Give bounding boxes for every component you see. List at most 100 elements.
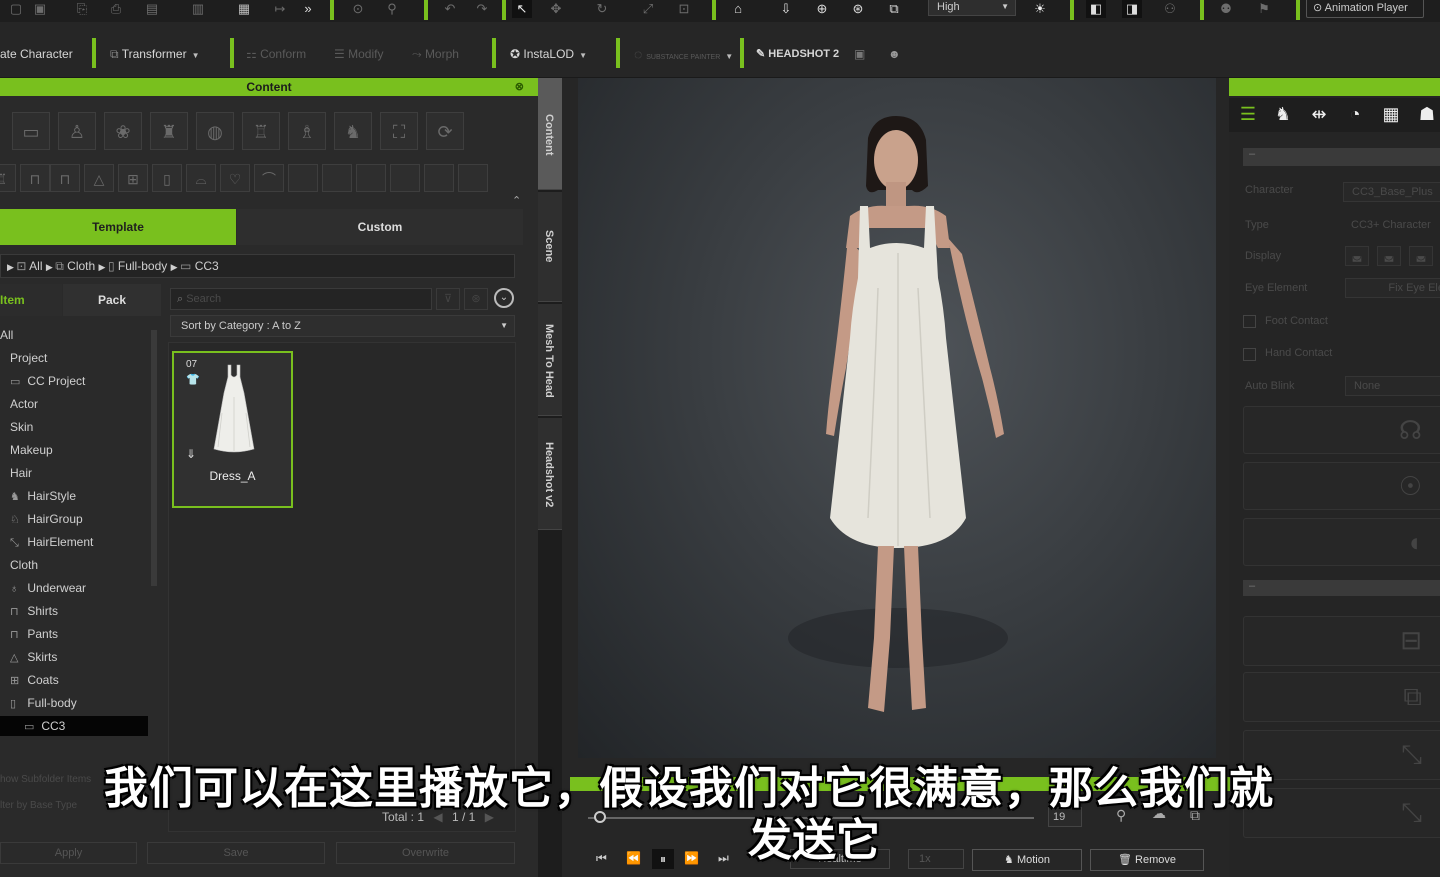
display-option-2[interactable]: ◛	[1377, 246, 1401, 266]
instalod-button[interactable]: ✪ InstaLOD ▼	[510, 44, 587, 64]
head-icon[interactable]: ☗	[1413, 104, 1440, 128]
tree-item-underwear[interactable]: ♁ Underwear	[10, 578, 86, 598]
photo-icon[interactable]: ▣	[854, 44, 865, 64]
speed-select[interactable]: 1x	[908, 849, 964, 869]
dropdown-circle-icon[interactable]: ⌄	[494, 288, 514, 308]
tree-item-skirts[interactable]: △ Skirts	[10, 647, 57, 667]
accessory-icon[interactable]: ♗	[288, 112, 326, 150]
tree-item-hairgroup[interactable]: ♘ HairGroup	[10, 509, 83, 529]
save-icon[interactable]: ▣	[30, 0, 50, 18]
eye-element-button[interactable]: Fix Eye Ele	[1345, 278, 1440, 298]
slot-icon[interactable]	[424, 164, 454, 192]
tree-item-skin[interactable]: ›Skin	[0, 417, 33, 437]
breadcrumb-fullbody[interactable]: Full-body	[118, 259, 167, 273]
tab-item[interactable]: Item	[0, 284, 62, 316]
orbit-icon[interactable]: ⊛	[848, 0, 868, 18]
side-tab-scene[interactable]: Scene	[538, 192, 562, 302]
checker-icon[interactable]: ▦	[1377, 104, 1405, 128]
face-profile-button[interactable]: ☊	[1243, 406, 1440, 454]
new-icon[interactable]: ▢	[6, 0, 26, 18]
cloth-icon[interactable]: ♖	[242, 112, 280, 150]
render-icon[interactable]: ◨	[1122, 0, 1142, 18]
export-icon[interactable]: ⎙	[106, 0, 126, 18]
side-tab-mesh-to-head[interactable]: Mesh To Head	[538, 304, 562, 416]
tree-item-cc-project[interactable]: ▭ CC Project	[10, 371, 85, 391]
body-icon[interactable]: ♙	[58, 112, 96, 150]
material-icon[interactable]: ⟳	[426, 112, 464, 150]
slot-icon[interactable]	[390, 164, 420, 192]
person-icon[interactable]: ⚉	[1216, 0, 1236, 18]
flag-icon[interactable]: ⚑	[1254, 0, 1274, 18]
tree-item-hairstyle[interactable]: ♞ HairStyle	[10, 486, 76, 506]
morph-button[interactable]: ⤳ Morph	[412, 44, 459, 64]
tree-item-coats[interactable]: ⊞ Coats	[10, 670, 59, 690]
pause-button[interactable]: ⏸	[652, 849, 674, 869]
face-pair-button[interactable]: ☉	[1243, 462, 1440, 510]
side-tab-content[interactable]: Content	[538, 78, 562, 190]
material-icon[interactable]: ◔	[1341, 104, 1369, 128]
slot-icon[interactable]	[356, 164, 386, 192]
transformer-button[interactable]: ⧉ Transformer ▼	[110, 44, 200, 64]
network-icon[interactable]: ⚇	[1160, 0, 1180, 18]
shoes-icon[interactable]: ⌓	[186, 164, 216, 192]
coat-icon[interactable]: ⊞	[118, 164, 148, 192]
apply-button[interactable]: Apply	[0, 842, 137, 864]
tree-item-project[interactable]: ›Project	[0, 348, 47, 368]
actor-icon[interactable]: ♜	[150, 112, 188, 150]
tab-custom[interactable]: Custom	[237, 209, 523, 245]
view-icon[interactable]: ◧	[1086, 0, 1106, 18]
tree-item-fullbody[interactable]: ▯ Full-body	[10, 693, 77, 713]
tree-item-actor[interactable]: ›Actor	[0, 394, 38, 414]
breadcrumb-all[interactable]: All	[29, 259, 42, 273]
pose-icon[interactable]: ⚲	[382, 0, 402, 18]
scene-icon[interactable]: ⛶	[380, 112, 418, 150]
breadcrumb-cc3[interactable]: CC3	[195, 259, 219, 273]
undo-icon[interactable]: ↶	[440, 0, 460, 18]
rotate-icon[interactable]: ↻	[592, 0, 612, 18]
hair-icon[interactable]: ◍	[196, 112, 234, 150]
substance-painter-button[interactable]: ◌ SUBSTANCE PAINTER ▼	[634, 44, 733, 64]
tree-item-makeup[interactable]: ›Makeup	[0, 440, 53, 460]
shirt-icon[interactable]: ♖	[0, 164, 16, 192]
morph-icon[interactable]: ⇹	[1305, 104, 1333, 128]
fast-forward-icon[interactable]: ⏩	[684, 851, 699, 865]
motion-button[interactable]: ♞ Motion	[972, 849, 1082, 871]
tool-button-2[interactable]: ⧉	[1243, 672, 1440, 722]
scale-icon[interactable]: ⤢	[638, 0, 658, 18]
tool-button-1[interactable]: ⊟	[1243, 616, 1440, 666]
send-icon[interactable]: ↦	[270, 0, 290, 18]
move-icon[interactable]: ✥	[546, 0, 566, 18]
hat-icon[interactable]: ⌒	[254, 164, 284, 192]
tab-template[interactable]: Template	[0, 209, 236, 245]
refresh-icon[interactable]: ⊛	[464, 288, 488, 310]
tree-item-hair[interactable]: ›Hair	[0, 463, 32, 483]
camera-down-icon[interactable]: ⇩	[776, 0, 796, 18]
pants-icon[interactable]: ⊓	[50, 164, 80, 192]
breadcrumb-cloth[interactable]: Cloth	[67, 259, 95, 273]
auto-blink-select[interactable]: None	[1345, 376, 1440, 396]
tree-item-pants[interactable]: ⊓ Pants	[10, 624, 58, 644]
tree-item-shirts[interactable]: ⊓ Shirts	[10, 601, 58, 621]
usd-icon[interactable]: ▦	[234, 0, 254, 18]
modify-button[interactable]: ☰ Modify	[334, 44, 383, 64]
side-tab-headshot-v2[interactable]: Headshot v2	[538, 418, 562, 530]
shirt-icon[interactable]: ⊓	[20, 164, 50, 192]
save-button[interactable]: Save	[147, 842, 325, 864]
select-icon[interactable]: ⊙	[348, 0, 368, 18]
tree-item-cc3[interactable]: ▭ CC3	[0, 716, 148, 736]
display-option-1[interactable]: ◛	[1345, 246, 1369, 266]
morph-icon[interactable]: ❀	[104, 112, 142, 150]
character-field[interactable]: CC3_Base_Plus	[1343, 182, 1440, 202]
import-icon[interactable]: ⎘	[72, 0, 92, 18]
tree-item-cloth[interactable]: ›Cloth	[0, 555, 38, 575]
home-icon[interactable]: ⌂	[728, 0, 748, 18]
folder-icon[interactable]: ▭	[12, 112, 50, 150]
foot-contact-checkbox[interactable]	[1243, 315, 1256, 328]
sliders-icon[interactable]: ☰	[1235, 104, 1261, 128]
motion-icon[interactable]: ♞	[1269, 104, 1297, 128]
skip-start-icon[interactable]: ⏮	[596, 851, 607, 866]
snap-icon[interactable]: ⊡	[674, 0, 694, 18]
face-icon[interactable]: ☻	[888, 44, 901, 64]
pan-icon[interactable]: ⊕	[812, 0, 832, 18]
item-card-dress-a[interactable]: 07 👕 ⇓ Dress_A	[172, 351, 293, 508]
